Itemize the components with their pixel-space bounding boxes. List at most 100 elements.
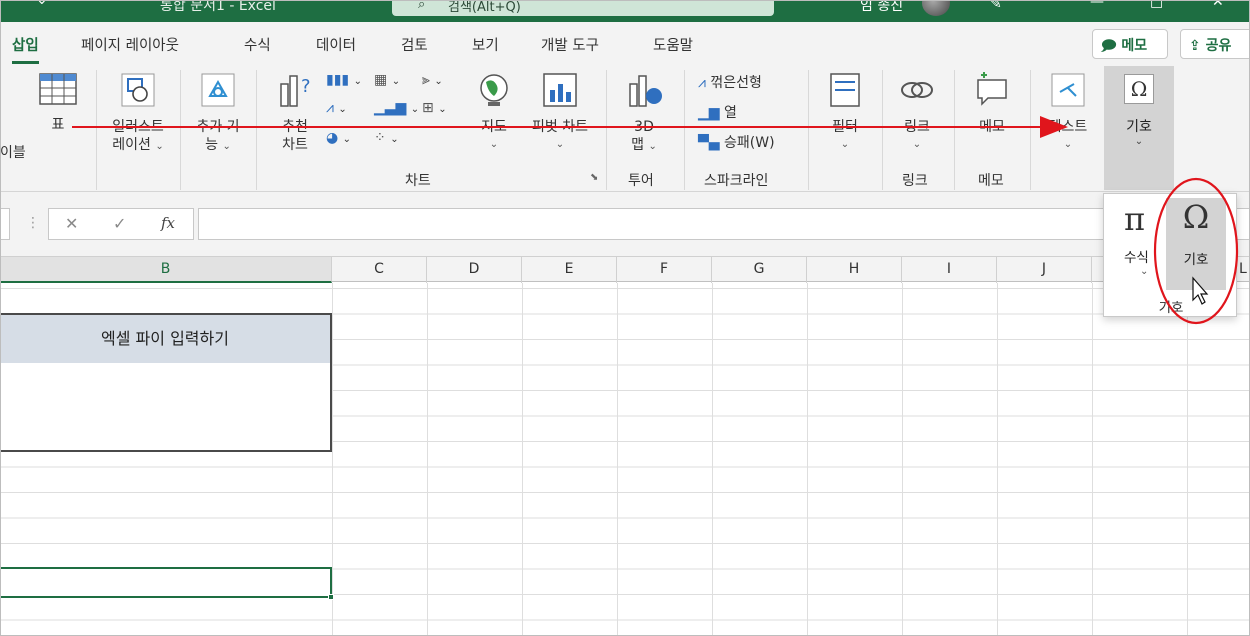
- new-comment-icon: [977, 72, 1007, 106]
- addin-icon: [201, 73, 235, 107]
- new-comment-button[interactable]: 메모: [960, 70, 1024, 136]
- 3d-map-label-2: 맵 ⌄: [631, 137, 657, 153]
- tab-developer[interactable]: 개발 도구: [541, 34, 599, 55]
- minimize-icon[interactable]: —: [1090, 0, 1104, 10]
- tab-view[interactable]: 보기: [472, 34, 499, 55]
- sparklines-group-label: 스파크라인: [704, 173, 769, 189]
- pivot-chart-button[interactable]: 피벗 차트 ⌄: [524, 70, 596, 154]
- pivot-table-partial-label: 이블: [0, 145, 26, 161]
- illustrations-label-1: 일러스트: [112, 119, 164, 135]
- enter-icon[interactable]: ✓: [113, 214, 126, 233]
- equation-label: 수식: [1124, 250, 1149, 266]
- pie-chart-icon: ◕: [326, 130, 339, 146]
- link-button[interactable]: 링크 ⌄: [888, 70, 946, 154]
- pie-chart-button[interactable]: ◕ ⌄: [326, 130, 351, 146]
- combo-chart-button[interactable]: ⊞ ⌄: [422, 100, 447, 116]
- dialog-launcher-icon[interactable]: ⬊: [590, 172, 598, 183]
- sparkline-line-icon: ⩘: [698, 75, 706, 91]
- sparkline-column-button[interactable]: ▁▆ 열: [698, 102, 737, 122]
- new-comment-label: 메모: [979, 119, 1005, 135]
- tab-page-layout[interactable]: 페이지 레이아웃: [81, 34, 179, 55]
- globe-icon: [480, 74, 508, 106]
- sparkline-winloss-button[interactable]: ▀▄ 승패(W): [698, 132, 775, 152]
- formula-bar: ⋮ ✕ ✓ fx: [0, 192, 1250, 256]
- addins-button[interactable]: 추가 기 능 ⌄: [186, 70, 250, 156]
- table-button[interactable]: 표: [30, 70, 86, 134]
- avatar[interactable]: [922, 0, 950, 16]
- cancel-icon[interactable]: ✕: [65, 214, 78, 233]
- qat-chevron-icon[interactable]: ⌄: [36, 0, 48, 8]
- line-chart-icon: ⩘: [326, 100, 334, 116]
- text-label: 텍스트: [1048, 119, 1088, 135]
- symbols-button[interactable]: Ω 기호 ⌄: [1104, 66, 1174, 190]
- column-chart-button[interactable]: ▮▮▮ ⌄: [326, 72, 362, 88]
- title-bar: ⌄ 통합 문서1 - Excel ⌕ 검색(Alt+Q) 임 종진 ✎ — □ …: [0, 0, 1250, 22]
- column-header-h[interactable]: H: [807, 257, 902, 283]
- waterfall-chart-button[interactable]: ⫸ ⌄: [422, 72, 443, 88]
- filter-button[interactable]: 필터 ⌄: [814, 70, 876, 154]
- column-header-g[interactable]: G: [712, 257, 807, 283]
- column-header-j[interactable]: J: [997, 257, 1092, 283]
- worksheet-grid[interactable]: 엑셀 파이 입력하기: [0, 283, 1250, 636]
- recommended-charts-button[interactable]: ? 추천 차트: [268, 70, 322, 154]
- column-chart-icon: ▮▮▮: [326, 72, 350, 88]
- link-icon: [901, 82, 933, 98]
- share-button[interactable]: ⇪ 공유: [1180, 29, 1250, 59]
- 3d-map-button[interactable]: 3D 맵 ⌄: [612, 70, 676, 156]
- column-header-e[interactable]: E: [522, 257, 617, 283]
- filter-label: 필터: [832, 119, 858, 135]
- column-header-b[interactable]: B: [0, 257, 332, 283]
- sparkline-column-icon: ▁▆: [698, 105, 720, 121]
- pivot-table-partial[interactable]: 이블: [0, 144, 26, 162]
- restore-icon[interactable]: □: [1150, 0, 1163, 10]
- text-icon: [1051, 73, 1085, 107]
- active-cell[interactable]: [0, 567, 334, 600]
- pi-icon: π: [1124, 200, 1146, 238]
- formula-input[interactable]: [198, 208, 1250, 240]
- pen-icon[interactable]: ✎: [990, 0, 1002, 12]
- symbols-group-label: 기호: [1158, 300, 1184, 316]
- tab-insert[interactable]: 삽입: [12, 34, 39, 64]
- link-caret-icon: ⌄: [912, 139, 922, 150]
- maps-button[interactable]: 지도 ⌄: [470, 70, 518, 154]
- column-header-d[interactable]: D: [427, 257, 522, 283]
- name-box[interactable]: [0, 208, 10, 240]
- maps-label: 지도: [481, 119, 507, 135]
- column-header-c[interactable]: C: [332, 257, 427, 283]
- recommended-charts-label-1: 추천: [282, 119, 308, 135]
- tab-data[interactable]: 데이터: [316, 34, 356, 55]
- symbols-label: 기호: [1126, 119, 1152, 135]
- insert-function-icon[interactable]: fx: [161, 214, 175, 232]
- symbol-label: 기호: [1183, 252, 1209, 268]
- tab-help[interactable]: 도움말: [653, 34, 693, 55]
- user-name[interactable]: 임 종진: [860, 0, 903, 15]
- column-header-f[interactable]: F: [617, 257, 712, 283]
- header-cell[interactable]: 엑셀 파이 입력하기: [0, 313, 332, 365]
- histogram-icon: ▁▃▆: [374, 100, 407, 116]
- data-cell[interactable]: [0, 363, 332, 452]
- comments-button[interactable]: 🗩 메모: [1092, 29, 1168, 59]
- svg-text:?: ?: [301, 76, 311, 97]
- tours-group-label: 투어: [628, 173, 654, 189]
- recommended-charts-label-2: 차트: [282, 137, 308, 153]
- fill-handle[interactable]: [328, 594, 334, 600]
- symbols-dropdown: π 수식 ⌄ Ω 기호 기호: [1103, 193, 1237, 317]
- close-icon[interactable]: ✕: [1212, 0, 1224, 10]
- omega-icon: Ω: [1124, 74, 1154, 104]
- column-header-i[interactable]: I: [902, 257, 997, 283]
- tab-review[interactable]: 검토: [401, 34, 428, 55]
- text-button[interactable]: 텍스트 ⌄: [1036, 70, 1100, 154]
- illustrations-label-2: 레이션 ⌄: [112, 137, 164, 153]
- tab-formulas[interactable]: 수식: [244, 34, 271, 55]
- 3d-map-icon: [629, 75, 662, 107]
- links-group-label: 링크: [902, 173, 928, 189]
- symbol-button[interactable]: Ω 기호: [1166, 198, 1226, 290]
- search-box[interactable]: ⌕ 검색(Alt+Q): [392, 0, 774, 16]
- scatter-chart-button[interactable]: ⁘ ⌄: [374, 130, 399, 146]
- illustrations-button[interactable]: 일러스트 레이션 ⌄: [102, 70, 174, 156]
- statistic-chart-button[interactable]: ▁▃▆ ⌄: [374, 100, 419, 116]
- line-chart-button[interactable]: ⩘ ⌄: [326, 100, 347, 116]
- sparkline-line-button[interactable]: ⩘ 꺾은선형: [698, 72, 762, 92]
- hierarchy-chart-button[interactable]: ▦ ⌄: [374, 72, 400, 88]
- 3d-map-label-1: 3D: [634, 119, 654, 135]
